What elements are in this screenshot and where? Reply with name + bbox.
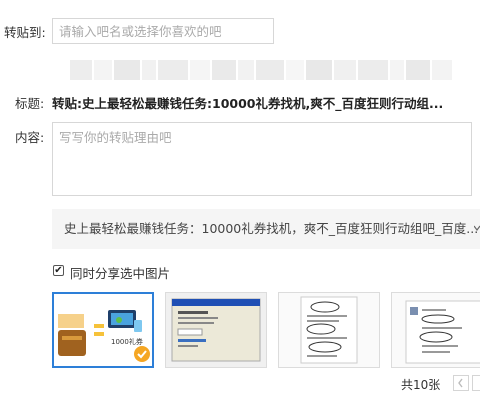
chevron-down-icon xyxy=(474,225,480,231)
share-images-checkbox[interactable]: ✔ xyxy=(53,265,64,276)
forward-to-label: 转贴到: xyxy=(4,25,46,40)
quoted-post[interactable]: 史上最轻松最赚钱任务：10000礼券找机，爽不_百度狂则行动组吧_百度... xyxy=(52,209,480,249)
title-label: 标题: xyxy=(15,96,45,111)
thumbnail-4-image xyxy=(392,293,480,367)
check-icon: ✔ xyxy=(54,264,63,276)
chevron-left-icon xyxy=(458,378,463,388)
bar-name-input[interactable] xyxy=(52,18,274,44)
quoted-post-text: 史上最轻松最赚钱任务：10000礼券找机，爽不_百度狂则行动组吧_百度... xyxy=(64,221,479,236)
post-title: 转贴:史上最轻松最赚钱任务:10000礼券找机,爽不_百度狂则行动组... xyxy=(52,96,444,111)
thumbnail-1-caption: 1000礼券 xyxy=(111,337,143,346)
thumbnail-1[interactable]: 1000礼券 xyxy=(52,292,154,368)
thumbnail-1-image: 1000礼券 xyxy=(54,294,152,366)
thumbnail-3[interactable] xyxy=(278,292,380,368)
share-images-label: 同时分享选中图片 xyxy=(70,266,171,281)
thumbnail-2[interactable] xyxy=(165,292,267,368)
reason-textarea[interactable] xyxy=(52,122,472,196)
thumbnail-3-image xyxy=(279,293,379,367)
blurred-bar-list xyxy=(70,60,480,80)
thumbnail-2-image xyxy=(166,293,266,367)
thumbnail-4[interactable] xyxy=(391,292,480,368)
content-label: 内容: xyxy=(15,130,45,145)
image-count: 共10张 xyxy=(401,378,441,392)
next-page-button[interactable] xyxy=(472,375,480,391)
prev-page-button[interactable] xyxy=(453,375,469,391)
